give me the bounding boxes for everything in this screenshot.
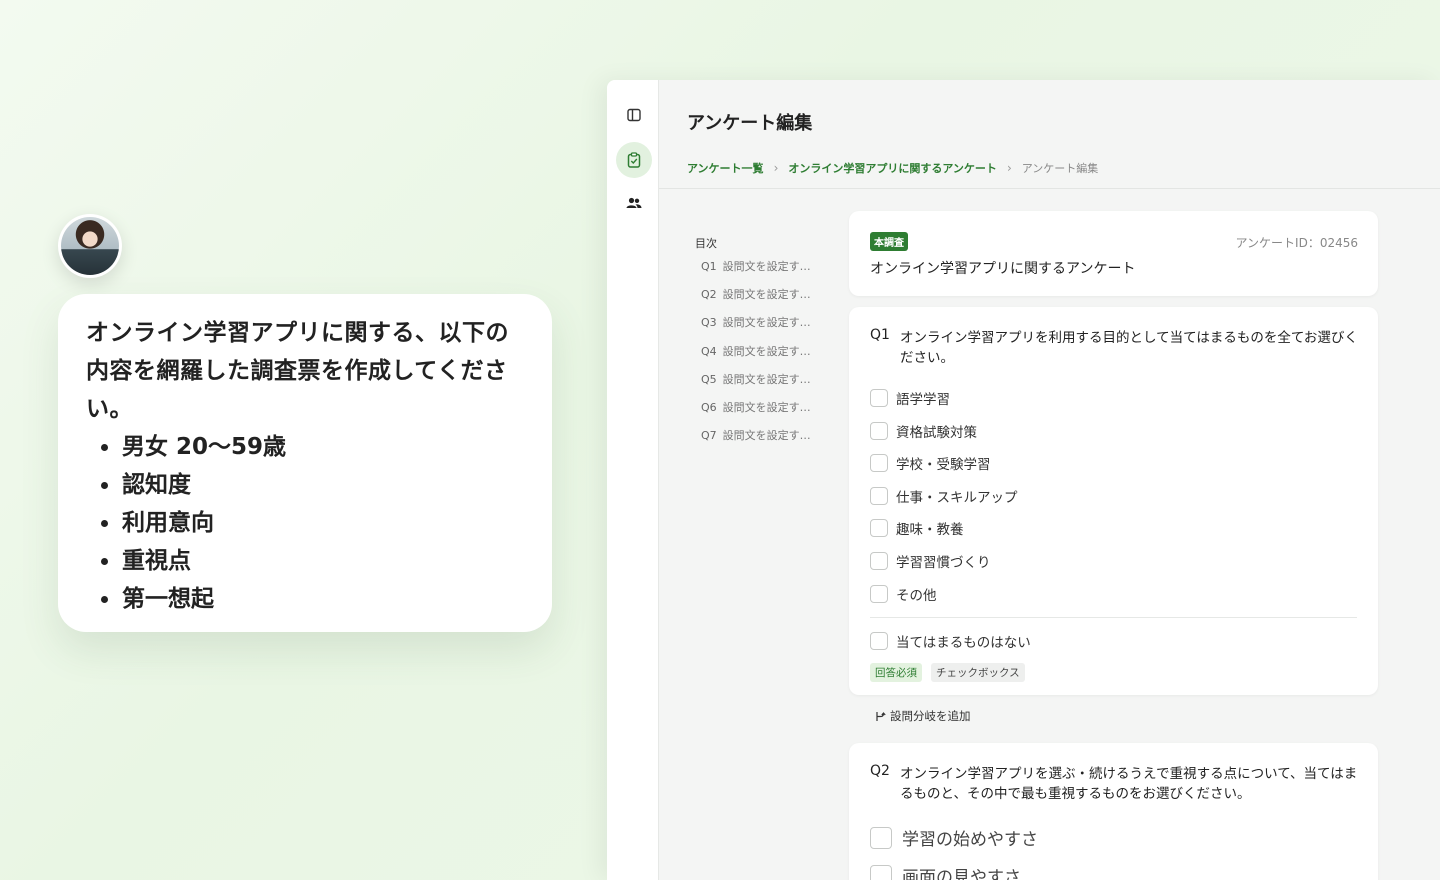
survey-editor-window: アンケート編集 アンケート一覧 › オンライン学習アプリに関するアンケート › … xyxy=(607,80,1440,880)
chat-message-bubble: オンライン学習アプリに関する、以下の内容を網羅した調査票を作成してください。 男… xyxy=(58,294,552,632)
option-checkbox[interactable]: 学校・受験学習 xyxy=(870,453,991,473)
toc-item-q4[interactable]: Q4 設問文を設定す… xyxy=(695,345,835,373)
add-branch-button[interactable]: 設問分岐を追加 xyxy=(875,708,971,724)
survey-info-card: 本調査 アンケートID：02456 オンライン学習アプリに関するアンケート xyxy=(849,211,1378,296)
chat-bullet-item: 男女 20〜59歳 xyxy=(86,428,524,466)
option-checkbox[interactable]: その他 xyxy=(870,584,937,604)
toc-item-q2[interactable]: Q2 設問文を設定す… xyxy=(695,288,835,316)
checkbox[interactable] xyxy=(870,826,892,849)
question-text[interactable]: オンライン学習アプリを利用する目的として当てはまるものを全てお選びください。 xyxy=(900,328,1360,368)
required-tag: 回答必須 xyxy=(870,663,922,682)
chat-message-text: オンライン学習アプリに関する、以下の内容を網羅した調査票を作成してください。 xyxy=(86,320,509,422)
checkbox[interactable] xyxy=(870,519,888,537)
checkbox[interactable] xyxy=(870,389,888,407)
survey-type-badge: 本調査 xyxy=(870,232,908,251)
branch-icon xyxy=(876,711,886,721)
chat-bullet-item: 第一想起 xyxy=(86,580,524,618)
toc-item-q7[interactable]: Q7 設問文を設定す… xyxy=(695,429,835,457)
checkbox[interactable] xyxy=(870,422,888,440)
option-checkbox[interactable]: 語学学習 xyxy=(870,388,950,408)
add-branch-label: 設問分岐を追加 xyxy=(890,709,971,723)
toc-item-q1[interactable]: Q1 設問文を設定す… xyxy=(695,260,835,288)
checkbox[interactable] xyxy=(870,585,888,603)
chat-bullet-item: 利用意向 xyxy=(86,504,524,542)
checkbox[interactable] xyxy=(870,487,888,505)
table-of-contents: 目次 Q1 設問文を設定す… Q2 設問文を設定す… Q3 設問文を設定す… Q4 設問… xyxy=(695,235,835,457)
question-number: Q1 xyxy=(870,327,890,343)
sidebar-toggle-button[interactable] xyxy=(616,97,652,133)
sidebar-rail xyxy=(607,80,659,880)
toc-item-q3[interactable]: Q3 設問文を設定す… xyxy=(695,316,835,344)
option-checkbox-exclusive[interactable]: 当てはまるものはない xyxy=(870,631,1031,651)
clipboard-check-icon xyxy=(627,152,641,168)
option-divider xyxy=(870,617,1357,618)
breadcrumb: アンケート一覧 › オンライン学習アプリに関するアンケート › アンケート編集 xyxy=(687,160,1098,176)
question-number: Q2 xyxy=(870,763,890,779)
chevron-right-icon: › xyxy=(773,161,779,175)
chat-bullet-list: 男女 20〜59歳 認知度 利用意向 重視点 第一想起 xyxy=(86,428,524,618)
page-title: アンケート編集 xyxy=(687,113,813,134)
checkbox[interactable] xyxy=(870,552,888,570)
question-card-q1[interactable]: Q1 オンライン学習アプリを利用する目的として当てはまるものを全てお選びください… xyxy=(849,307,1378,695)
option-checkbox[interactable]: 仕事・スキルアップ xyxy=(870,486,1018,506)
nav-survey-button[interactable] xyxy=(616,142,652,178)
header-divider xyxy=(659,188,1440,189)
panel-icon xyxy=(627,108,641,122)
option-checkbox[interactable]: 学習の始めやすさ xyxy=(870,825,1038,850)
checkbox[interactable] xyxy=(870,454,888,472)
breadcrumb-link-survey[interactable]: オンライン学習アプリに関するアンケート xyxy=(788,160,997,176)
question-card-q2[interactable]: Q2 オンライン学習アプリを選ぶ・続けるうえで重視する点について、当てはまるもの… xyxy=(849,743,1378,880)
checkbox[interactable] xyxy=(870,864,892,880)
breadcrumb-link-survey-list[interactable]: アンケート一覧 xyxy=(687,160,764,176)
chat-bullet-item: 認知度 xyxy=(86,466,524,504)
option-checkbox[interactable]: 趣味・教養 xyxy=(870,518,964,538)
survey-id: アンケートID：02456 xyxy=(1235,236,1358,250)
toc-item-q5[interactable]: Q5 設問文を設定す… xyxy=(695,373,835,401)
option-checkbox[interactable]: 画面の見やすさ xyxy=(870,863,1021,880)
option-checkbox[interactable]: 学習習慣づくり xyxy=(870,551,991,571)
chevron-right-icon: › xyxy=(1006,161,1012,175)
option-checkbox[interactable]: 資格試験対策 xyxy=(870,421,977,441)
users-icon xyxy=(626,197,642,208)
question-type-tag: チェックボックス xyxy=(931,663,1025,682)
chat-bullet-item: 重視点 xyxy=(86,542,524,580)
survey-name[interactable]: オンライン学習アプリに関するアンケート xyxy=(870,258,1135,278)
toc-title: 目次 xyxy=(695,237,717,250)
breadcrumb-current: アンケート編集 xyxy=(1021,162,1099,175)
toc-item-q6[interactable]: Q6 設問文を設定す… xyxy=(695,401,835,429)
question-text[interactable]: オンライン学習アプリを選ぶ・続けるうえで重視する点について、当てはまるものと、そ… xyxy=(900,764,1360,804)
checkbox[interactable] xyxy=(870,632,888,650)
nav-users-button[interactable] xyxy=(616,185,652,221)
user-avatar xyxy=(58,214,122,278)
